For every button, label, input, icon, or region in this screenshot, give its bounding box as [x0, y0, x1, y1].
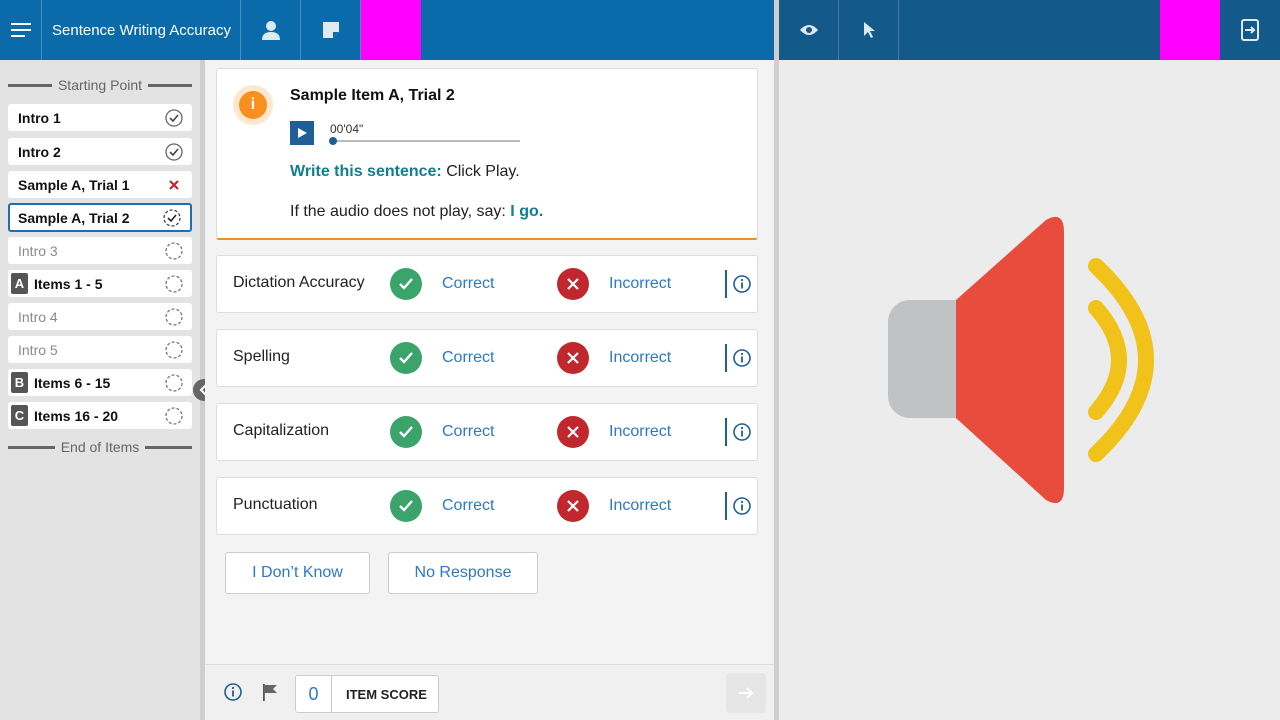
sidebar-item-items-6-15[interactable]: B Items 6 - 15: [8, 369, 192, 396]
hamburger-icon: [10, 23, 31, 37]
correct-option[interactable]: Correct: [442, 423, 494, 441]
row-divider: [725, 344, 727, 372]
note-icon: [322, 22, 339, 38]
correct-check-icon[interactable]: [390, 416, 422, 448]
instruction-text: Write this sentence: Click Play.: [290, 163, 520, 180]
info-icon[interactable]: [733, 423, 751, 441]
arrow-right-icon: [739, 687, 754, 699]
row-divider: [725, 492, 727, 520]
next-button[interactable]: [726, 673, 766, 713]
dont-know-button[interactable]: I Don’t Know: [225, 552, 370, 594]
highlight-block: [361, 0, 421, 60]
eye-icon: [799, 25, 818, 35]
sidebar-item-intro-2[interactable]: Intro 2: [8, 138, 192, 165]
play-icon: [298, 128, 307, 138]
item-score-label: ITEM SCORE: [346, 686, 427, 702]
end-of-items-label: End of Items: [8, 437, 192, 457]
item-score-value: 0: [296, 676, 332, 712]
sidebar-item-sample-a-trial-1[interactable]: Sample A, Trial 1: [8, 171, 192, 198]
flag-icon[interactable]: [261, 683, 279, 701]
correct-option[interactable]: Correct: [442, 275, 494, 293]
fallback-text: If the audio does not play, say: I go.: [290, 203, 544, 220]
score-row-capitalization: Capitalization Correct Incorrect: [216, 403, 758, 461]
pending-circle-icon: [165, 374, 183, 392]
set-badge-a: A: [11, 273, 28, 294]
play-button[interactable]: [290, 121, 314, 145]
starting-point-label: Starting Point: [8, 75, 192, 95]
incorrect-option[interactable]: Incorrect: [609, 349, 671, 367]
incorrect-option[interactable]: Incorrect: [609, 497, 671, 515]
audio-progress-knob[interactable]: [329, 137, 337, 145]
cursor-icon: [863, 22, 875, 38]
score-row-punctuation: Punctuation Correct Incorrect: [216, 477, 758, 535]
set-badge-b: B: [11, 372, 28, 393]
pending-circle-icon: [165, 341, 183, 359]
incorrect-option[interactable]: Incorrect: [609, 423, 671, 441]
device-button[interactable]: [1220, 0, 1280, 60]
sidebar-item-intro-1[interactable]: Intro 1: [8, 104, 192, 131]
sidebar-item-items-1-5[interactable]: A Items 1 - 5: [8, 270, 192, 297]
preview-button[interactable]: [779, 0, 839, 60]
sidebar-item-sample-a-trial-2[interactable]: Sample A, Trial 2: [8, 203, 192, 232]
no-response-button[interactable]: No Response: [388, 552, 538, 594]
info-icon[interactable]: [733, 349, 751, 367]
pending-circle-icon: [165, 242, 183, 260]
incorrect-x-icon[interactable]: [557, 342, 589, 374]
correct-option[interactable]: Correct: [442, 497, 494, 515]
pending-circle-icon: [165, 275, 183, 293]
incorrect-x-icon[interactable]: [557, 490, 589, 522]
info-icon[interactable]: [733, 275, 751, 293]
item-card: i Sample Item A, Trial 2 00'04" Write th…: [216, 68, 758, 240]
menu-button[interactable]: [0, 0, 42, 60]
app-title: Sentence Writing Accuracy: [42, 0, 241, 60]
check-circle-icon: [165, 143, 183, 161]
audio-progress-track[interactable]: [330, 140, 520, 142]
correct-check-icon[interactable]: [390, 342, 422, 374]
score-row-spelling: Spelling Correct Incorrect: [216, 329, 758, 387]
examinee-bar: [779, 0, 1280, 60]
top-bar: Sentence Writing Accuracy: [0, 0, 774, 60]
correct-option[interactable]: Correct: [442, 349, 494, 367]
row-divider: [725, 270, 727, 298]
item-score-box: 0 ITEM SCORE: [295, 675, 439, 713]
incorrect-x-icon[interactable]: [557, 416, 589, 448]
info-icon[interactable]: [733, 497, 751, 515]
info-alert-icon: i: [233, 85, 273, 125]
correct-check-icon[interactable]: [390, 490, 422, 522]
item-title: Sample Item A, Trial 2: [290, 87, 455, 104]
sidebar-item-items-16-20[interactable]: C Items 16 - 20: [8, 402, 192, 429]
x-mark-icon: [165, 176, 183, 194]
pointer-button[interactable]: [839, 0, 899, 60]
sidebar-item-intro-3[interactable]: Intro 3: [8, 237, 192, 264]
set-badge-c: C: [11, 405, 28, 426]
user-button[interactable]: [241, 0, 301, 60]
notes-button[interactable]: [301, 0, 361, 60]
correct-check-icon[interactable]: [390, 268, 422, 300]
tablet-exit-icon: [1241, 19, 1259, 41]
audio-timer: 00'04": [330, 122, 364, 136]
sidebar-item-intro-4[interactable]: Intro 4: [8, 303, 192, 330]
pending-circle-icon: [165, 308, 183, 326]
check-circle-icon: [165, 109, 183, 127]
highlight-block-right: [1160, 0, 1220, 60]
sidebar-item-intro-5[interactable]: Intro 5: [8, 336, 192, 363]
speaker-icon: [888, 216, 1154, 504]
in-progress-icon: [163, 209, 181, 227]
row-divider: [725, 418, 727, 446]
incorrect-x-icon[interactable]: [557, 268, 589, 300]
footer-bar: 0 ITEM SCORE: [205, 664, 774, 720]
user-icon: [261, 21, 280, 40]
pending-circle-icon: [165, 407, 183, 425]
info-icon[interactable]: [224, 683, 242, 701]
incorrect-option[interactable]: Incorrect: [609, 275, 671, 293]
score-row-dictation-accuracy: Dictation Accuracy Correct Incorrect: [216, 255, 758, 313]
